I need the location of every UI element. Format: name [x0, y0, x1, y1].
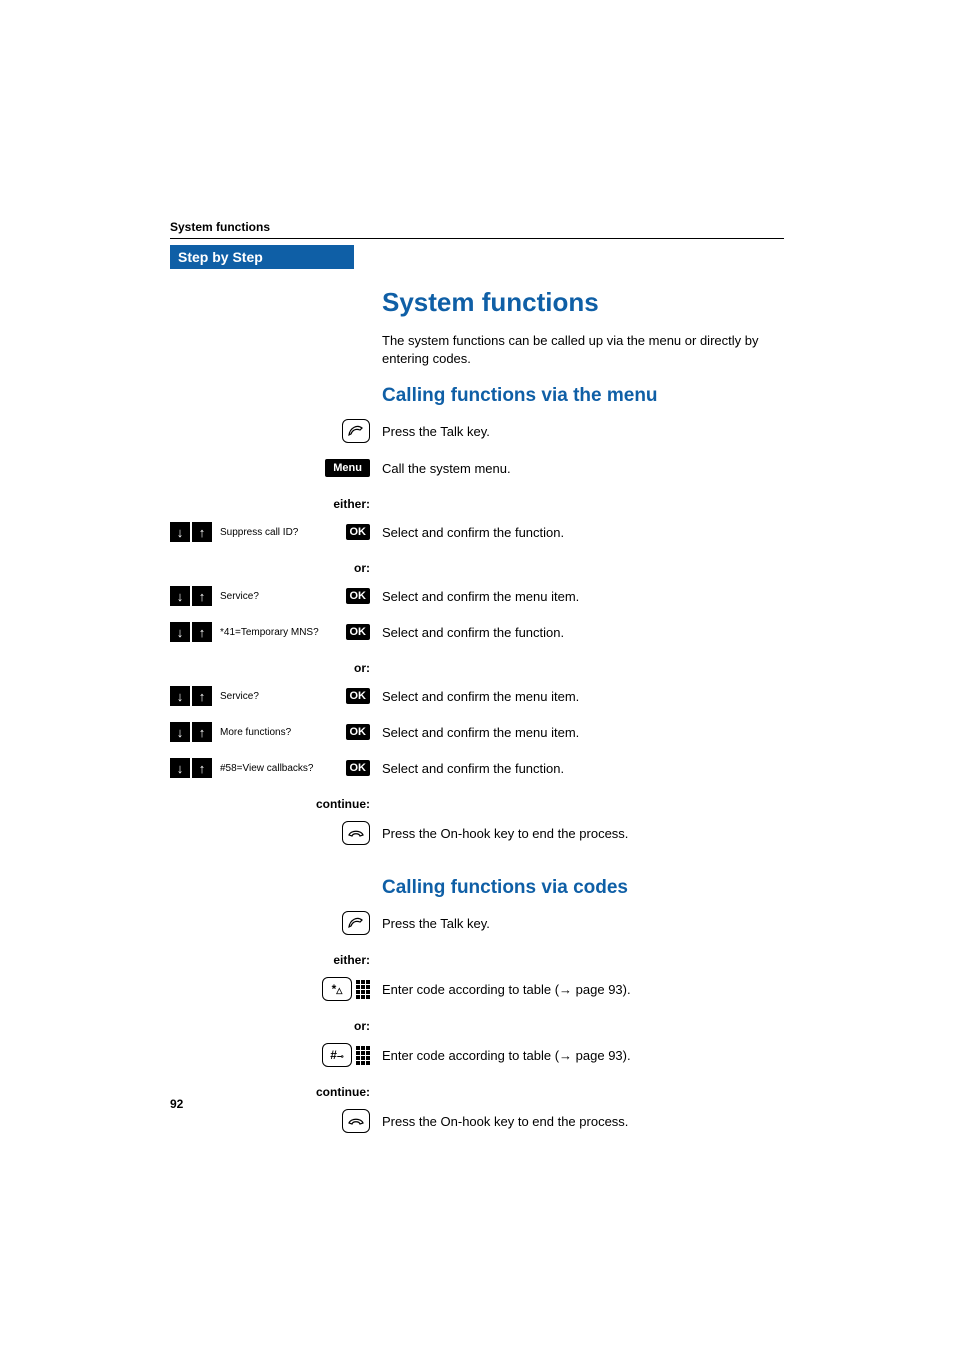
or-label: or: — [170, 561, 370, 575]
ok-softkey[interactable]: OK — [346, 760, 371, 776]
down-arrow-key[interactable] — [170, 522, 190, 542]
nav-keys[interactable] — [170, 758, 212, 778]
up-arrow-key[interactable] — [192, 686, 212, 706]
menu-item-label: More functions? — [220, 726, 342, 738]
menu-item-label: Suppress call ID? — [220, 526, 342, 538]
either-label: either: — [170, 953, 370, 967]
continue-label: continue: — [170, 797, 370, 811]
ok-softkey[interactable]: OK — [346, 624, 371, 640]
step-by-step-header: Step by Step — [170, 245, 354, 269]
menu-desc: Call the system menu. — [370, 461, 784, 476]
onhook-key-icon — [342, 1109, 370, 1133]
code-star-desc: Enter code according to table (→ page 93… — [370, 982, 784, 997]
menu-item-desc: Select and confirm the function. — [370, 525, 784, 540]
menu-item-label: *41=Temporary MNS? — [220, 626, 342, 638]
menu-item-desc: Select and confirm the menu item. — [370, 689, 784, 704]
nav-keys[interactable] — [170, 522, 212, 542]
up-arrow-key[interactable] — [192, 622, 212, 642]
menu-softkey[interactable]: Menu — [325, 459, 370, 477]
nav-keys[interactable] — [170, 586, 212, 606]
menu-item-desc: Select and confirm the function. — [370, 625, 784, 640]
ok-softkey[interactable]: OK — [346, 524, 371, 540]
or-label: or: — [170, 661, 370, 675]
menu-item-label: Service? — [220, 590, 342, 602]
up-arrow-key[interactable] — [192, 758, 212, 778]
page-title: System functions — [382, 287, 784, 318]
up-arrow-key[interactable] — [192, 586, 212, 606]
down-arrow-key[interactable] — [170, 686, 190, 706]
down-arrow-key[interactable] — [170, 758, 190, 778]
menu-item-desc: Select and confirm the menu item. — [370, 725, 784, 740]
onhook-desc: Press the On-hook key to end the process… — [370, 826, 784, 841]
menu-item-label: #58=View callbacks? — [220, 762, 342, 774]
section1-heading: Calling functions via the menu — [382, 385, 784, 407]
nav-keys[interactable] — [170, 722, 212, 742]
nav-keys[interactable] — [170, 686, 212, 706]
onhook-key-icon — [342, 821, 370, 845]
keypad-icon — [356, 1046, 370, 1065]
nav-keys[interactable] — [170, 622, 212, 642]
talk-key-desc: Press the Talk key. — [370, 424, 784, 439]
header-rule — [170, 238, 784, 239]
keypad-icon — [356, 980, 370, 999]
up-arrow-key[interactable] — [192, 722, 212, 742]
down-arrow-key[interactable] — [170, 586, 190, 606]
up-arrow-key[interactable] — [192, 522, 212, 542]
down-arrow-key[interactable] — [170, 722, 190, 742]
section2-heading: Calling functions via codes — [382, 877, 784, 899]
talk-key-icon — [342, 911, 370, 935]
hash-key-icon: #⊸ — [322, 1043, 352, 1067]
talk-key-desc: Press the Talk key. — [370, 916, 784, 931]
continue-label: continue: — [170, 1085, 370, 1099]
menu-item-desc: Select and confirm the menu item. — [370, 589, 784, 604]
running-header: System functions — [170, 220, 784, 234]
down-arrow-key[interactable] — [170, 622, 190, 642]
code-hash-desc: Enter code according to table (→ page 93… — [370, 1048, 784, 1063]
talk-key-icon — [342, 419, 370, 443]
ok-softkey[interactable]: OK — [346, 724, 371, 740]
or-label: or: — [170, 1019, 370, 1033]
menu-item-label: Service? — [220, 690, 342, 702]
star-key-icon: *△ — [322, 977, 352, 1001]
either-label: either: — [170, 497, 370, 511]
page-number: 92 — [170, 1097, 183, 1111]
onhook-desc: Press the On-hook key to end the process… — [370, 1114, 784, 1129]
menu-item-desc: Select and confirm the function. — [370, 761, 784, 776]
ok-softkey[interactable]: OK — [346, 588, 371, 604]
ok-softkey[interactable]: OK — [346, 688, 371, 704]
intro-text: The system functions can be called up vi… — [382, 332, 784, 367]
